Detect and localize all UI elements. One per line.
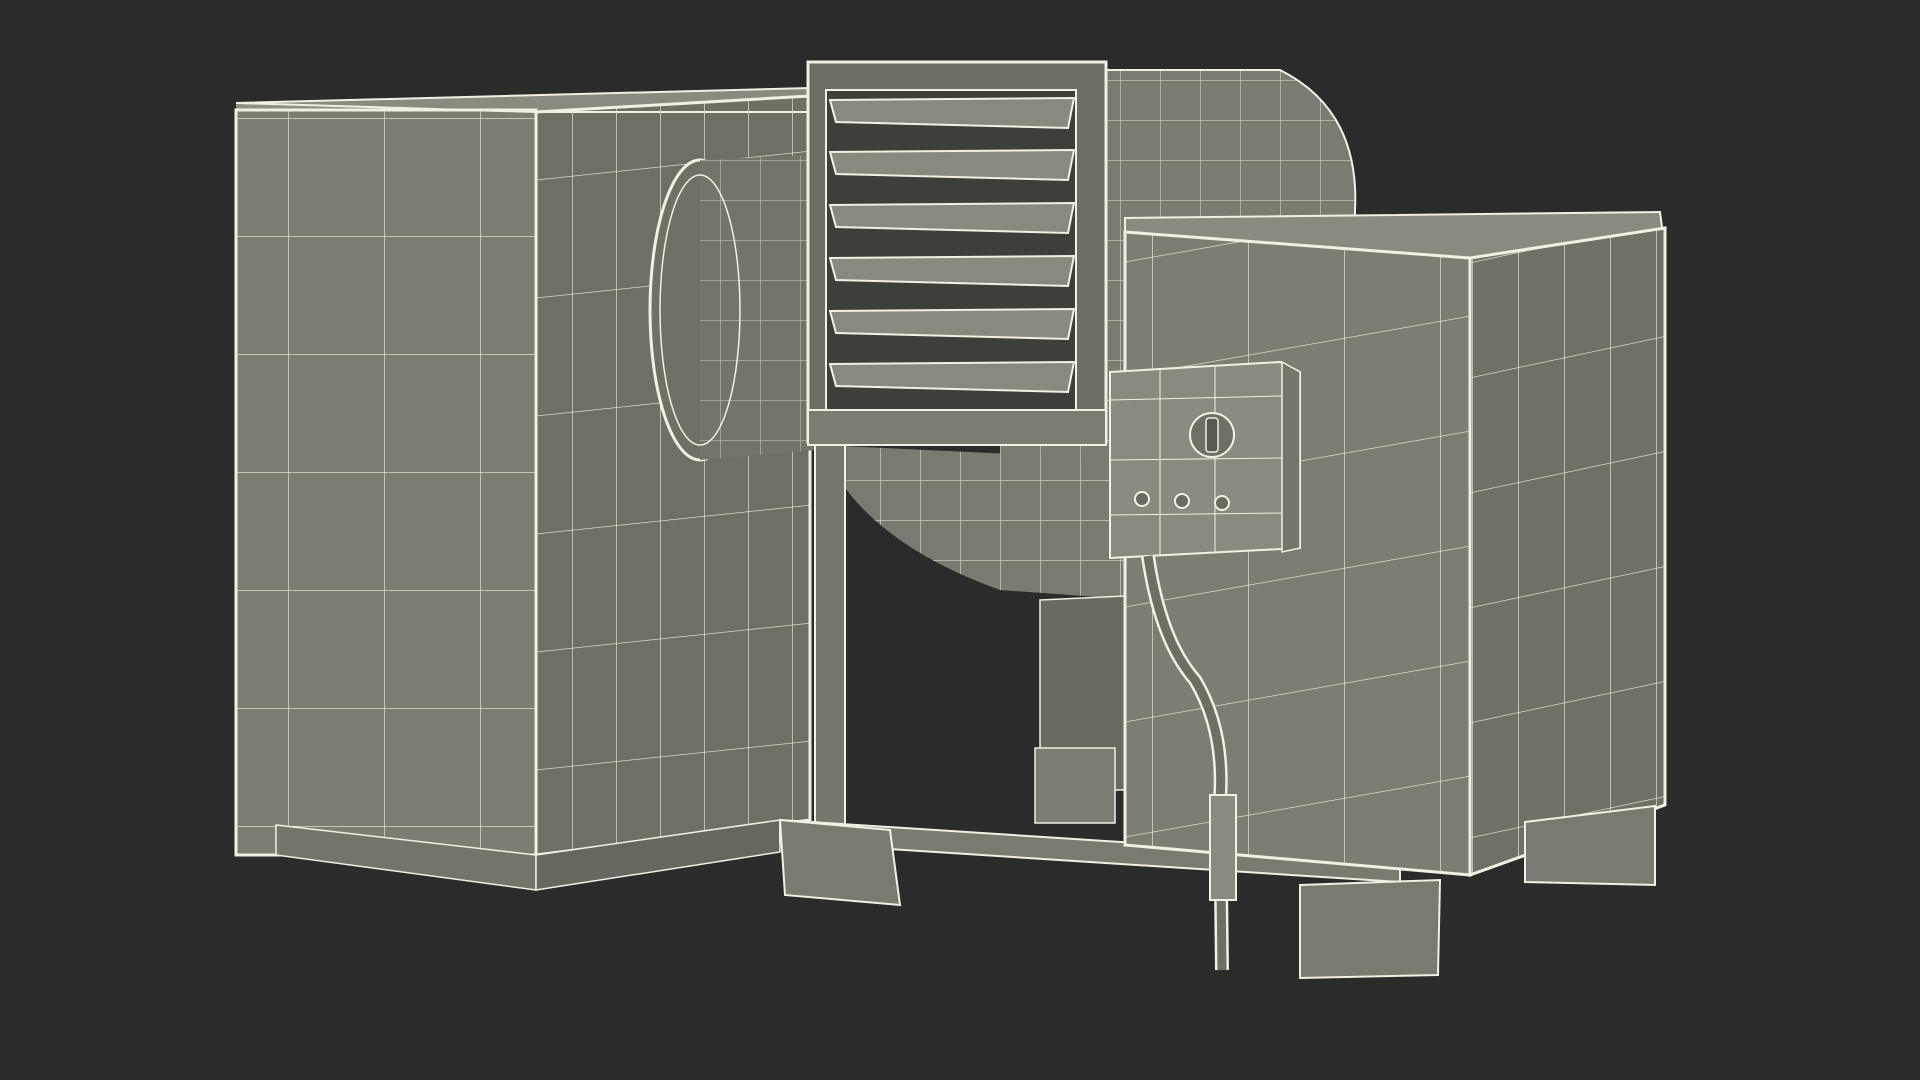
wireframe-render: [234, 60, 1667, 980]
louvered-vent: [806, 60, 1108, 446]
rotary-switch: [1189, 412, 1235, 458]
control-box: [1109, 360, 1301, 560]
circular-duct: [648, 155, 815, 462]
blower-discharge: [820, 445, 1140, 600]
